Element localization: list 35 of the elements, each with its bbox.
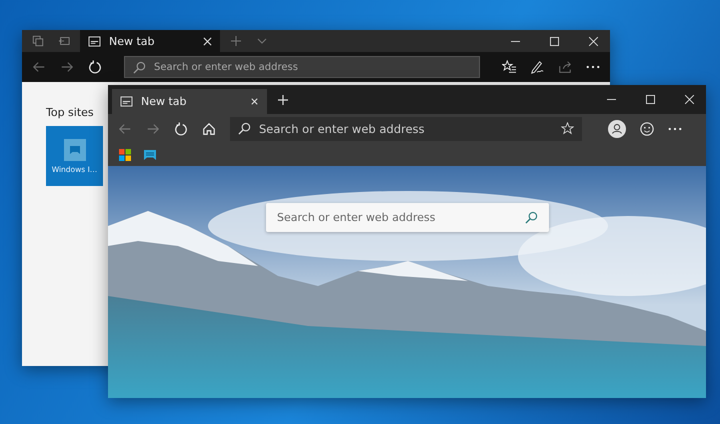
close-icon[interactable]: [589, 36, 598, 46]
smiley-icon[interactable]: [640, 122, 654, 136]
search-icon: [238, 122, 251, 135]
maximize-icon[interactable]: [550, 36, 559, 46]
back-arrow-icon[interactable]: [118, 122, 132, 136]
address-bar[interactable]: Search or enter web address: [124, 56, 480, 78]
browser-tab[interactable]: New tab: [112, 89, 267, 114]
close-icon[interactable]: [250, 97, 259, 106]
share-icon[interactable]: [558, 60, 572, 74]
maximize-icon[interactable]: [646, 95, 655, 104]
close-icon[interactable]: [685, 95, 694, 104]
refresh-icon[interactable]: [174, 122, 188, 136]
address-bar[interactable]: Search or enter web address: [230, 116, 582, 140]
profile-avatar-icon[interactable]: [608, 120, 626, 138]
four-squares-icon[interactable]: [119, 148, 131, 160]
site-icon: [64, 138, 86, 160]
page-icon: [120, 96, 133, 107]
site-icon[interactable]: [144, 148, 156, 160]
tabs-icon[interactable]: [32, 35, 44, 47]
pen-icon[interactable]: [530, 60, 544, 74]
page-icon: [88, 36, 101, 46]
star-icon[interactable]: [561, 122, 574, 135]
section-heading: Top sites: [46, 106, 94, 119]
favorites-list-icon[interactable]: [502, 60, 516, 74]
refresh-icon[interactable]: [88, 60, 102, 74]
search-icon: [133, 60, 146, 74]
back-arrow-icon[interactable]: [32, 60, 46, 74]
forward-arrow-icon[interactable]: [60, 60, 74, 74]
tab-aside-icon[interactable]: [58, 35, 70, 47]
browser-tab[interactable]: New tab: [80, 30, 220, 52]
home-icon[interactable]: [202, 122, 216, 136]
forward-arrow-icon[interactable]: [146, 122, 160, 136]
close-icon[interactable]: [203, 36, 212, 46]
search-field[interactable]: Search or enter web address: [266, 203, 549, 232]
search-icon[interactable]: [525, 211, 538, 224]
